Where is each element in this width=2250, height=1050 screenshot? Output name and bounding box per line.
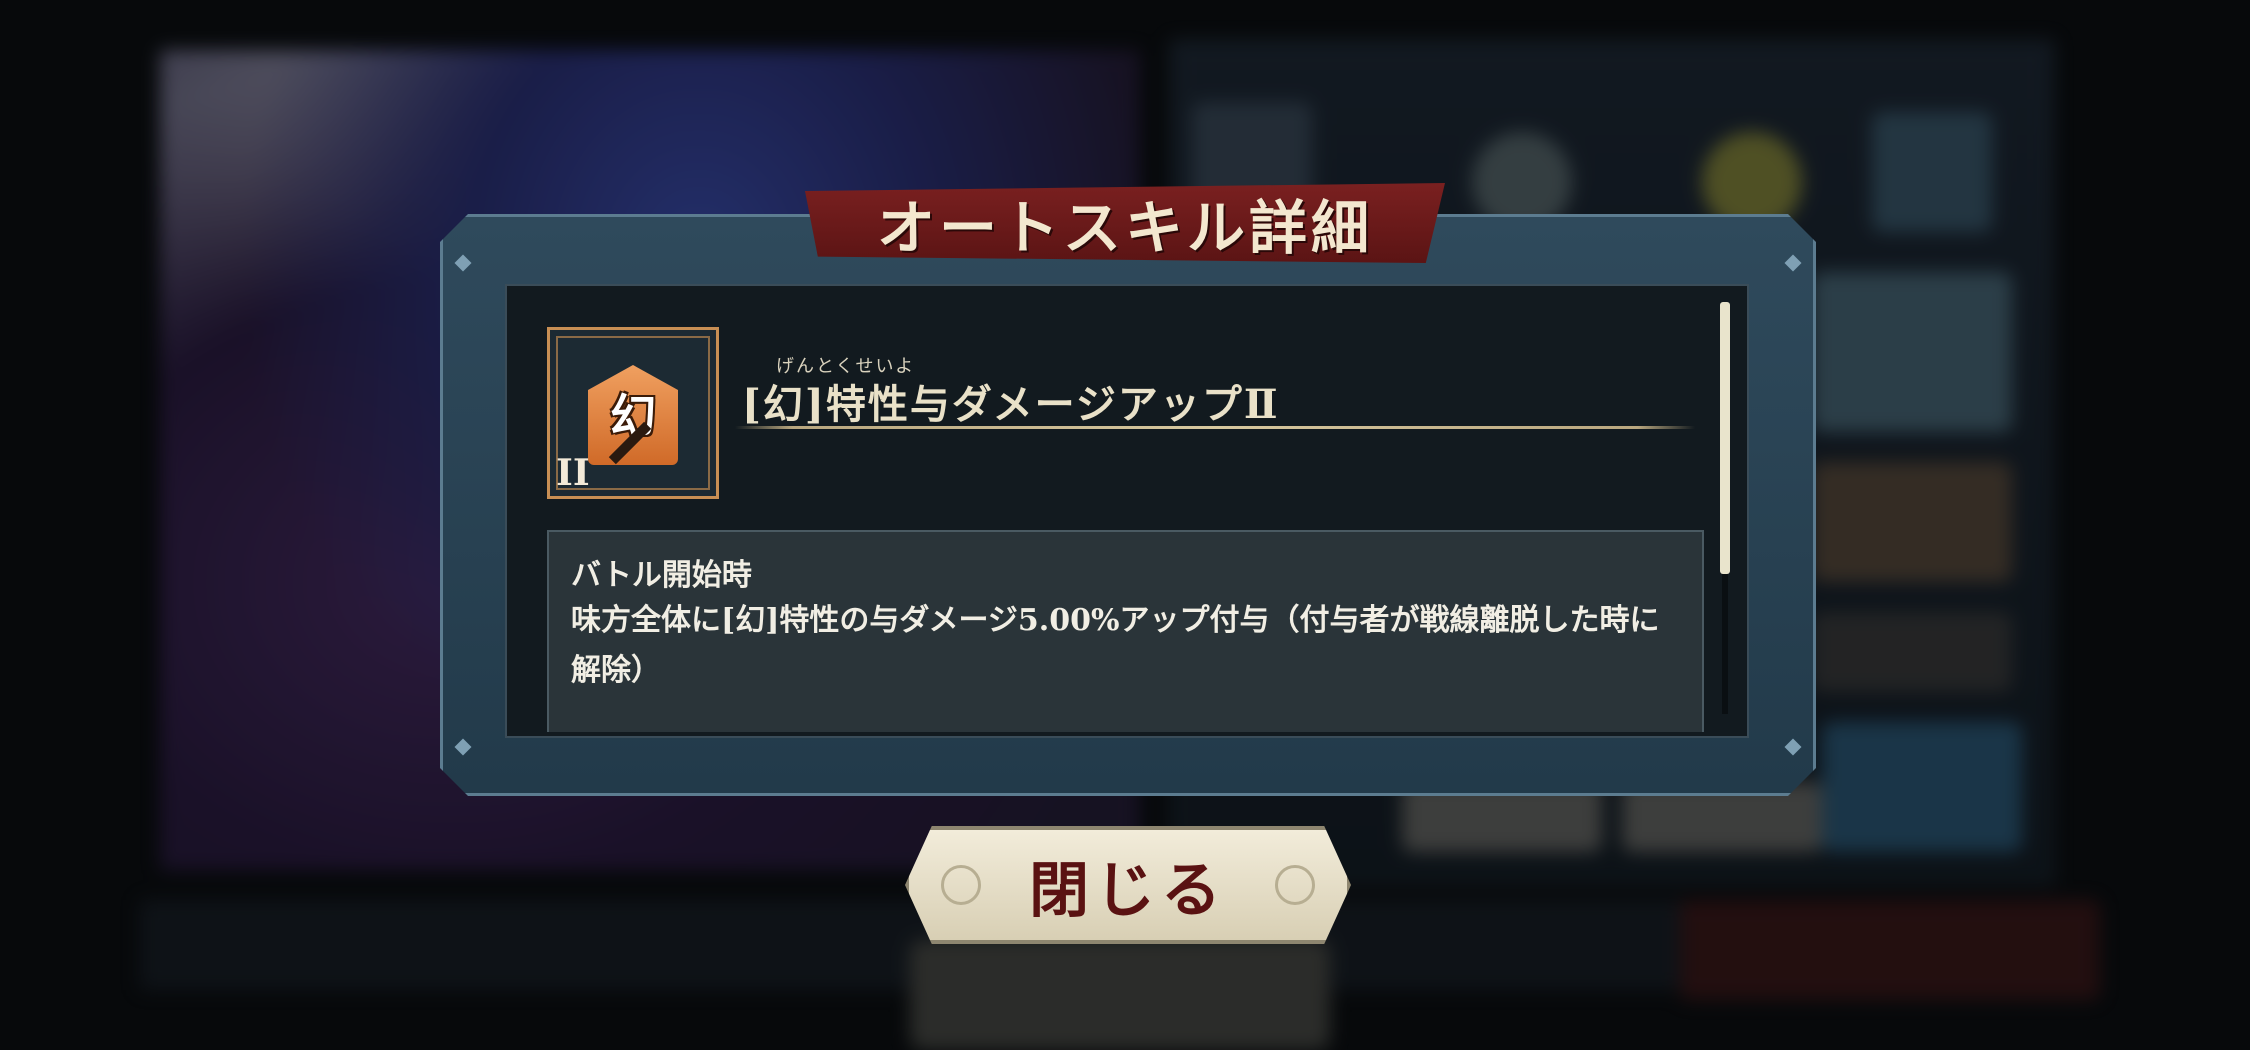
scrollbar-thumb[interactable]	[1720, 302, 1730, 574]
dialog-title-banner: オートスキル詳細	[805, 183, 1445, 263]
ornament-icon	[941, 865, 981, 905]
skill-trigger-text: バトル開始時	[571, 558, 752, 593]
background-red-button	[1680, 900, 2100, 1000]
dialog-title: オートスキル詳細	[876, 194, 1373, 262]
background-button	[910, 940, 1330, 1050]
skill-icon: 幻 II	[547, 327, 719, 499]
scrollbar-track[interactable]	[1722, 574, 1728, 714]
skill-description-box: バトル開始時 味方全体に[幻]特性の与ダメージ5.00%アップ付与（付与者が戦線…	[547, 530, 1704, 732]
skill-effect-text: 味方全体に[幻]特性の与ダメージ5.00%アップ付与（付与者が戦線離脱した時に解…	[571, 603, 1660, 688]
skill-name-divider	[735, 426, 1695, 429]
skill-level-badge: II	[556, 452, 590, 494]
close-button-label: 閉じる	[1029, 855, 1227, 926]
ornament-icon	[1275, 865, 1315, 905]
close-button[interactable]: 閉じる	[905, 826, 1351, 944]
skill-name: [幻]特性与ダメージアップⅡ	[742, 381, 1280, 428]
